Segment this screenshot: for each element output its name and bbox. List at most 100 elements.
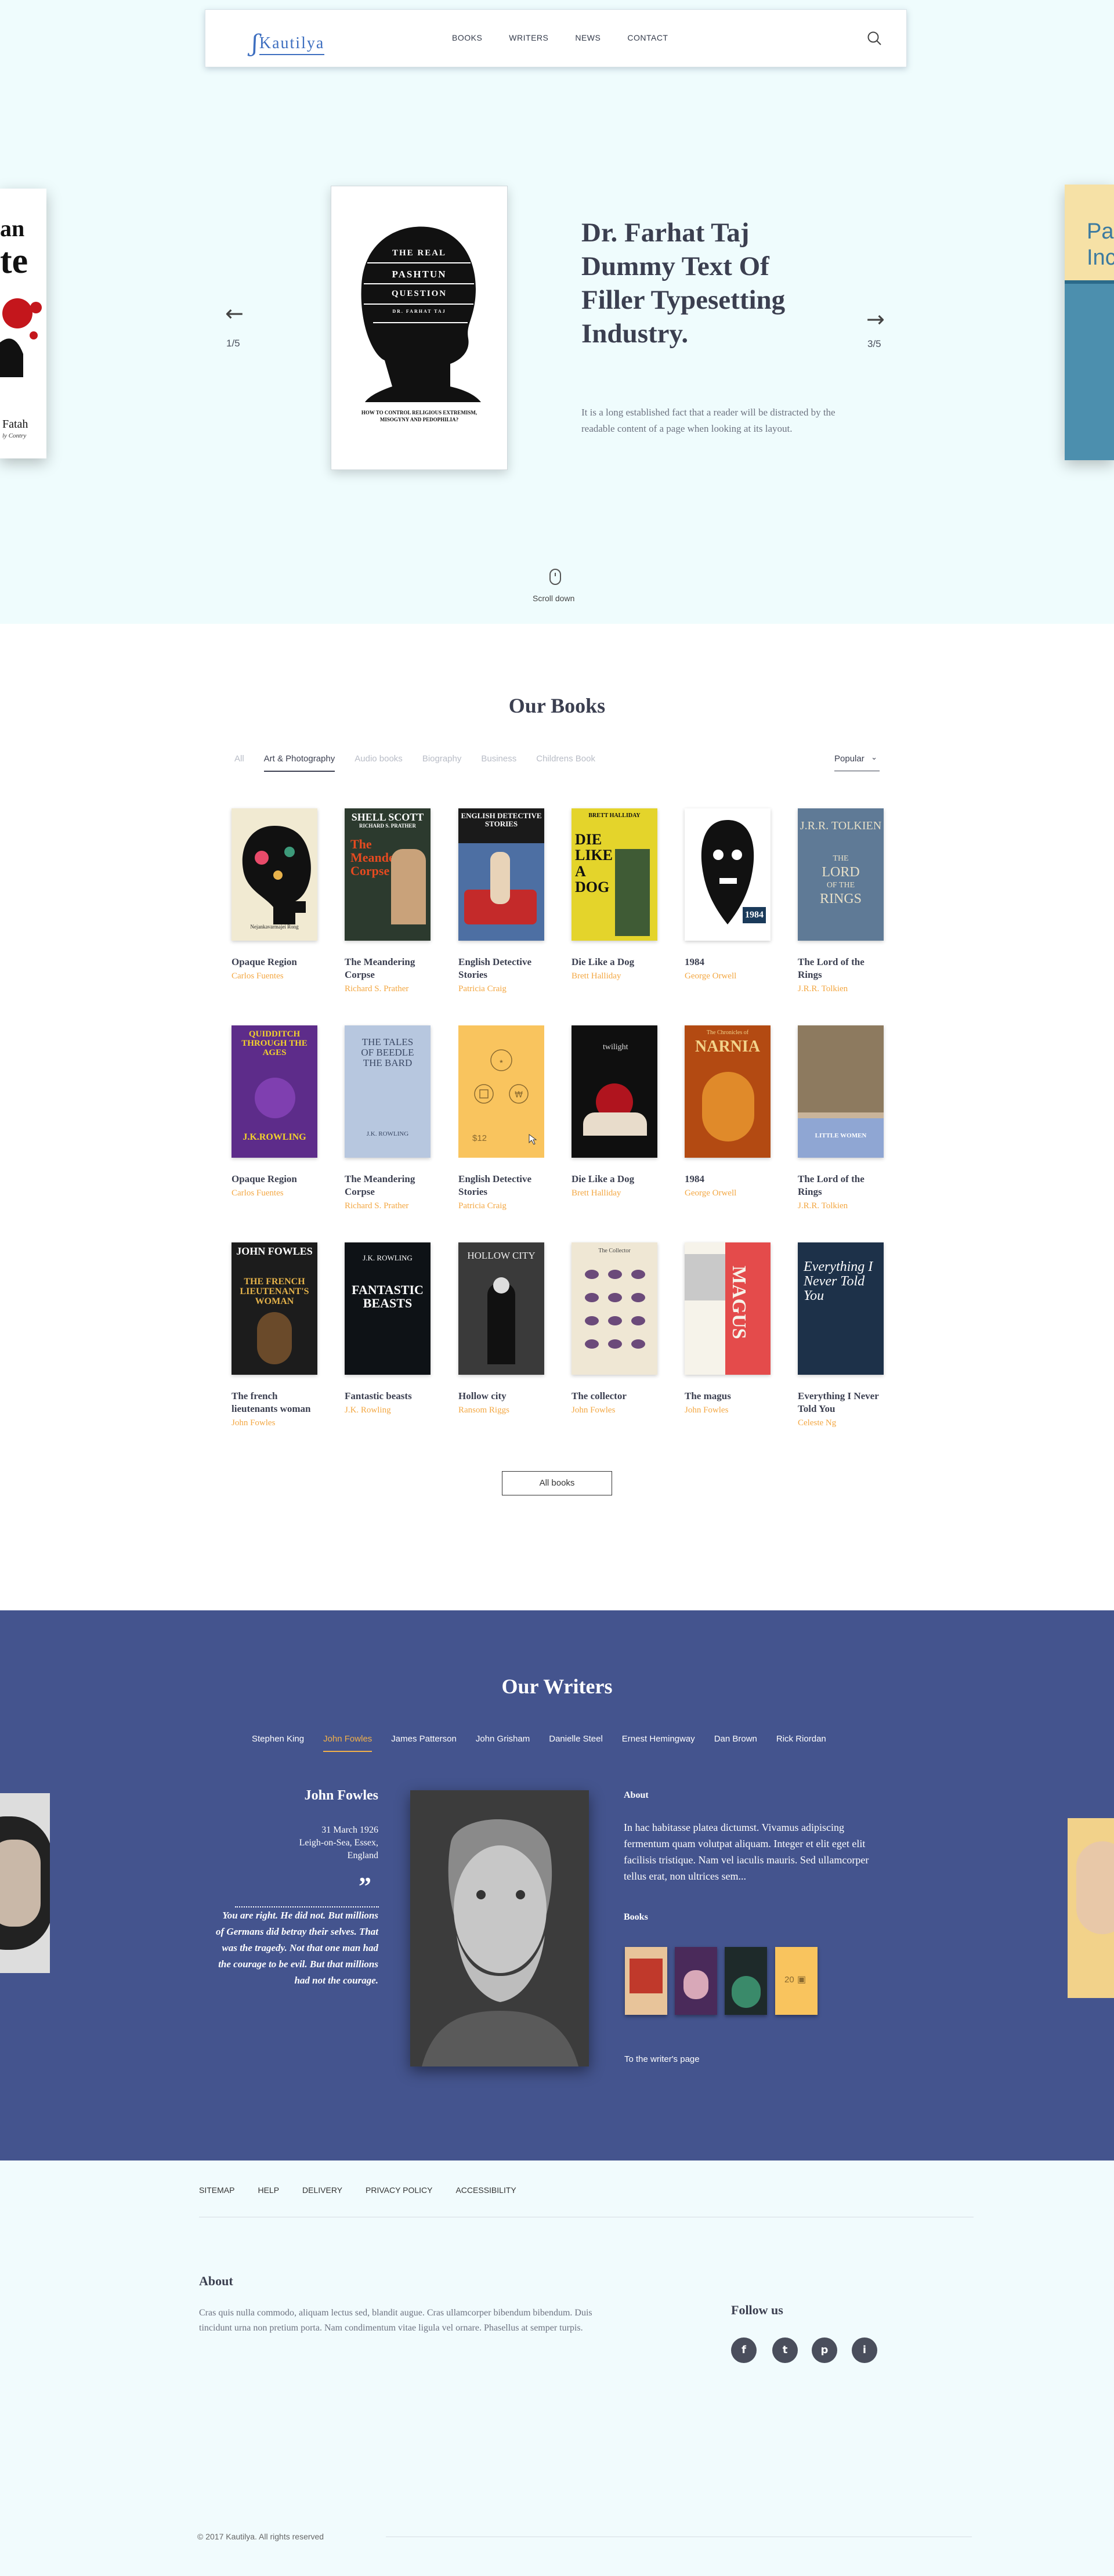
book-author[interactable]: Celeste Ng [798,1417,885,1429]
menu-item-contact[interactable]: CONTACT [627,33,668,42]
book-author[interactable]: Carlos Fuentes [232,970,319,982]
menu-item-books[interactable]: BOOKS [452,33,482,42]
cover-title-band: PASHTUN [392,269,447,280]
book-author[interactable]: Richard S. Prather [345,1200,432,1212]
writer-tab[interactable]: Stephen King [252,1734,304,1752]
filter-all[interactable]: All [234,754,244,772]
book-author[interactable]: John Fowles [232,1417,319,1429]
more-books-thumb[interactable]: 20 ▣ [775,1947,818,2015]
scroll-down-label[interactable]: Scroll down [533,594,574,603]
footer-link-sitemap[interactable]: SITEMAP [199,2185,234,2195]
book-author[interactable]: John Fowles [572,1404,659,1417]
writer-tab[interactable]: Rick Riordan [776,1734,826,1752]
footer-link-help[interactable]: HELP [258,2185,279,2195]
book-title[interactable]: Die Like a Dog [572,1173,659,1186]
next-slide-cover[interactable]: Pa Inc [1065,185,1114,460]
book-title[interactable]: The Lord of the Rings [798,956,885,981]
logo[interactable]: ʃ Kautilya [252,28,325,55]
book-card[interactable]: MAGUS The magus John Fowles [685,1242,772,1417]
instagram-icon[interactable]: i [852,2337,877,2363]
next-arrow-icon[interactable]: → [866,306,885,332]
book-card[interactable]: JOHN FOWLES THE FRENCH LIEUTENANT'S WOMA… [232,1242,319,1429]
filter-art-photography[interactable]: Art & Photography [263,754,335,772]
book-title[interactable]: Everything I Never Told You [798,1390,885,1415]
filter-childrens-book[interactable]: Childrens Book [536,754,595,772]
writer-tab[interactable]: John Grisham [476,1734,530,1752]
all-books-button[interactable]: All books [502,1471,612,1495]
book-author[interactable]: Carlos Fuentes [232,1187,319,1200]
book-author[interactable]: Richard S. Prather [345,982,432,995]
prev-arrow-icon[interactable]: ← [225,301,244,326]
book-card[interactable]: THE TALES OF BEEDLE THE BARD J.K. ROWLIN… [345,1025,432,1212]
book-author[interactable]: Patricia Craig [458,1200,545,1212]
book-author[interactable]: J.K. Rowling [345,1404,432,1417]
writer-tab[interactable]: Dan Brown [714,1734,757,1752]
book-author[interactable]: Ransom Riggs [458,1404,545,1417]
book-title[interactable]: Opaque Region [232,1173,319,1186]
book-card[interactable]: twilight Die Like a Dog Brett Halliday [572,1025,659,1200]
writer-tab[interactable]: James Patterson [391,1734,457,1752]
writer-tab[interactable]: Ernest Hemingway [622,1734,695,1752]
book-author[interactable]: Patricia Craig [458,982,545,995]
twitter-icon[interactable]: t [772,2337,798,2363]
book-card[interactable]: J.R.R. TOLKIEN THE LORD OF THE RINGS The… [798,808,885,995]
book-card[interactable]: QUIDDITCH THROUGH THE AGES J.K.ROWLING O… [232,1025,319,1200]
book-title[interactable]: Opaque Region [232,956,319,969]
book-author[interactable]: J.R.R. Tolkien [798,982,885,995]
book-author[interactable]: J.R.R. Tolkien [798,1200,885,1212]
book-title[interactable]: Die Like a Dog [572,956,659,969]
book-title[interactable]: English Detective Stories [458,956,545,981]
book-card[interactable]: J.K. ROWLING FANTASTIC BEASTS Fantastic … [345,1242,432,1417]
prev-writer-photo[interactable] [0,1793,50,1973]
sort-dropdown[interactable]: Popular ⌄ [834,753,880,771]
book-title[interactable]: 1984 [685,1173,772,1186]
next-writer-photo[interactable] [1068,1818,1114,1998]
footer-link-delivery[interactable]: DELIVERY [302,2185,342,2195]
book-title[interactable]: The Meandering Corpse [345,956,432,981]
book-card[interactable]: HOLLOW CITY Hollow city Ransom Riggs [458,1242,545,1417]
writer-book-thumb[interactable] [625,1947,667,2015]
writer-tab[interactable]: Danielle Steel [549,1734,603,1752]
menu-item-news[interactable]: NEWS [575,33,601,42]
featured-book-cover[interactable]: THE REAL PASHTUN QUESTION DR. FARHAT TAJ… [331,186,508,470]
book-title[interactable]: The Meandering Corpse [345,1173,432,1198]
book-title[interactable]: The magus [685,1390,772,1403]
mouse-icon[interactable] [549,569,561,585]
menu-item-writers[interactable]: WRITERS [509,33,548,42]
book-title[interactable]: English Detective Stories [458,1173,545,1198]
filter-business[interactable]: Business [481,754,516,772]
book-author[interactable]: John Fowles [685,1404,772,1417]
facebook-icon[interactable]: f [731,2337,757,2363]
book-card[interactable]: The Chronicles of NARNIA 1984 George Orw… [685,1025,772,1200]
pinterest-icon[interactable]: p [812,2337,837,2363]
book-title[interactable]: The Lord of the Rings [798,1173,885,1198]
book-card[interactable]: Everything I Never Told You Everything I… [798,1242,885,1429]
filter-audio-books[interactable]: Audio books [355,754,403,772]
book-author[interactable]: Brett Halliday [572,970,659,982]
book-card[interactable]: ENGLISH DETECTIVE STORIES English Detect… [458,808,545,995]
filter-biography[interactable]: Biography [422,754,462,772]
book-author[interactable]: George Orwell [685,1187,772,1200]
book-title[interactable]: 1984 [685,956,772,969]
footer-link-accessibility[interactable]: ACCESSIBILITY [455,2185,516,2195]
prev-slide-cover[interactable]: an te Fatah ly Contry [0,189,46,458]
book-author[interactable]: Brett Halliday [572,1187,659,1200]
book-title[interactable]: Fantastic beasts [345,1390,432,1403]
writer-book-thumb[interactable] [725,1947,767,2015]
book-title[interactable]: Hollow city [458,1390,545,1403]
book-card[interactable]: BRETT HALLIDAY DIE LIKE A DOG Die Like a… [572,808,659,982]
book-card[interactable]: 1984 1984 George Orwell [685,808,772,982]
writer-page-link[interactable]: To the writer's page [624,2054,700,2064]
footer-link-privacy[interactable]: PRIVACY POLICY [366,2185,432,2195]
book-title[interactable]: The french lieutenants woman [232,1390,319,1415]
writer-tab-active[interactable]: John Fowles [323,1734,372,1752]
book-card[interactable]: The Collector The collector John Fowles [572,1242,659,1417]
book-card[interactable]: SHELL SCOTT RICHARD S. PRATHER The Meand… [345,808,432,995]
book-author[interactable]: George Orwell [685,970,772,982]
book-card-hovered[interactable]: ٭ ₩ $12 English Detective Stories Patric… [458,1025,545,1212]
writer-book-thumb[interactable] [675,1947,717,2015]
book-card[interactable]: Nejankavarmajei Rong Opaque Region Carlo… [232,808,319,982]
search-icon[interactable] [866,30,883,47]
book-title[interactable]: The collector [572,1390,659,1403]
book-card[interactable]: LITTLE WOMEN The Lord of the Rings J.R.R… [798,1025,885,1212]
